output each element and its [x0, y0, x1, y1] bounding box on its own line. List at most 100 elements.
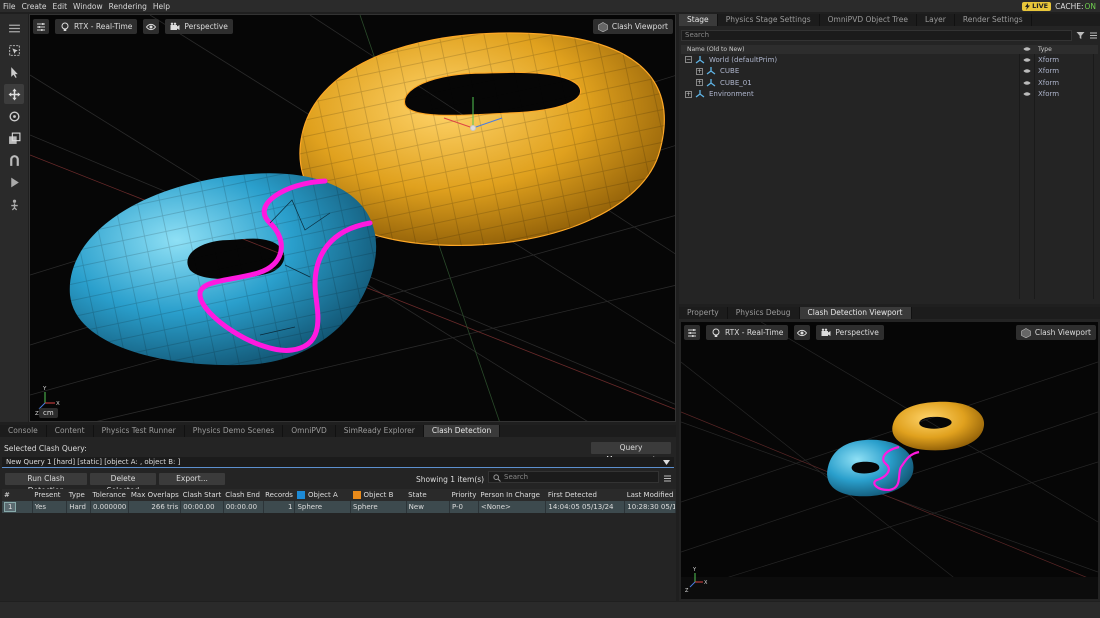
run-clash-detection-button[interactable]: Run Clash Detection: [5, 473, 87, 495]
tab-physics-stage-settings[interactable]: Physics Stage Settings: [718, 14, 820, 26]
clash-viewport-scene: Y Z X: [681, 322, 1098, 599]
menu-rendering[interactable]: Rendering: [106, 2, 150, 11]
clash-vp-camera-button[interactable]: Perspective: [816, 325, 884, 340]
clash-vp-visibility-button[interactable]: [794, 325, 811, 340]
main-viewport[interactable]: Y Z X RTX - Real-Time Perspective Clash …: [29, 14, 676, 422]
filter-icon[interactable]: [1076, 31, 1085, 40]
col-type[interactable]: Type: [66, 489, 91, 501]
col-clash-start[interactable]: Clash Start: [180, 489, 224, 501]
live-label: LIVE: [1032, 1, 1049, 10]
tab-physics-test-runner[interactable]: Physics Test Runner: [94, 425, 185, 437]
menu-window[interactable]: Window: [70, 2, 106, 11]
cube-icon: [598, 21, 608, 32]
menu-icon[interactable]: [4, 18, 24, 38]
col-last-modified[interactable]: Last Modified: [624, 489, 676, 501]
visibility-toggle-icon[interactable]: [1023, 91, 1031, 97]
eye-icon: [146, 23, 157, 30]
rotate-icon[interactable]: [4, 106, 24, 126]
tab-clash-detection[interactable]: Clash Detection: [423, 425, 501, 437]
col-object-a-label: Object A: [307, 491, 338, 499]
camera-icon: [821, 328, 831, 336]
export-button[interactable]: Export...: [159, 473, 225, 485]
tab-omnipvd[interactable]: OmniPVD: [283, 425, 336, 437]
columns-menu-icon[interactable]: [663, 474, 672, 483]
type-column-header[interactable]: Type: [1038, 46, 1052, 53]
axis-y-label: Y: [42, 386, 47, 392]
select-arrow-icon[interactable]: [4, 62, 24, 82]
cell-object-b: Sphere: [350, 501, 407, 513]
play-icon[interactable]: [4, 172, 24, 192]
col-max-overlaps[interactable]: Max Overlaps: [128, 489, 181, 501]
query-management-button[interactable]: Query Management: [591, 442, 671, 464]
col-records[interactable]: Records: [263, 489, 295, 501]
mini-axis-x-label: X: [704, 580, 708, 586]
showing-count: Showing 1 item(s): [416, 475, 485, 484]
col-clash-end[interactable]: Clash End: [223, 489, 264, 501]
clash-viewport-button[interactable]: Clash Viewport: [592, 19, 673, 34]
physics-icon[interactable]: [4, 194, 24, 214]
clash-viewport[interactable]: Y Z X RTX - Real-Time Perspective Clash …: [681, 322, 1098, 599]
tab-content[interactable]: Content: [47, 425, 94, 437]
menu-edit[interactable]: Edit: [49, 2, 70, 11]
tree-row-world[interactable]: − World (defaultPrim) Xform: [681, 54, 1098, 66]
col-tolerance[interactable]: Tolerance: [90, 489, 129, 501]
clash-search-input[interactable]: Search: [488, 471, 659, 483]
camera-label: Perspective: [184, 22, 228, 31]
tab-console[interactable]: Console: [0, 425, 47, 437]
live-badge[interactable]: LIVE: [1022, 1, 1052, 11]
cell-type: Hard: [66, 501, 91, 513]
tab-clash-detection-viewport[interactable]: Clash Detection Viewport: [799, 307, 912, 319]
table-row[interactable]: 1 Yes Hard 0.000000 266 tris 00:00.00 00…: [2, 501, 676, 513]
cell-clash-start: 00:00.00: [180, 501, 224, 513]
stage-search-input[interactable]: Search: [681, 29, 1072, 41]
expand-toggle[interactable]: +: [696, 79, 703, 87]
magnet-icon[interactable]: [4, 150, 24, 170]
viewport-settings-button[interactable]: [33, 19, 49, 34]
tree-row-cube[interactable]: + CUBE Xform: [681, 66, 1098, 78]
col-present[interactable]: Present: [32, 489, 67, 501]
col-priority[interactable]: Priority: [449, 489, 479, 501]
clash-vp-settings-button[interactable]: [684, 325, 700, 340]
collapse-toggle[interactable]: −: [685, 56, 692, 64]
visibility-toggle-icon[interactable]: [1023, 68, 1031, 74]
tab-physics-demo-scenes[interactable]: Physics Demo Scenes: [185, 425, 284, 437]
tab-render-settings[interactable]: Render Settings: [955, 14, 1032, 26]
name-column-header[interactable]: Name (Old to New): [687, 46, 744, 53]
tab-simready-explorer[interactable]: SimReady Explorer: [336, 425, 424, 437]
delete-selected-button[interactable]: Delete Selected: [90, 473, 156, 495]
move-icon[interactable]: [4, 84, 24, 104]
col-person-in-charge[interactable]: Person In Charge: [478, 489, 546, 501]
menu-help[interactable]: Help: [150, 2, 173, 11]
col-object-b[interactable]: Object B: [350, 489, 407, 501]
tab-layer[interactable]: Layer: [917, 14, 955, 26]
clash-detection-panel: Console Content Physics Test Runner Phys…: [0, 425, 676, 601]
col-state[interactable]: State: [406, 489, 450, 501]
clash-vp-render-mode-button[interactable]: RTX - Real-Time: [706, 325, 789, 340]
menu-file[interactable]: File: [0, 2, 19, 11]
col-object-a[interactable]: Object A: [294, 489, 351, 501]
tab-omnipvd-object-tree[interactable]: OmniPVD Object Tree: [820, 14, 917, 26]
menu-create[interactable]: Create: [19, 2, 50, 11]
tab-stage[interactable]: Stage: [679, 14, 718, 26]
query-select[interactable]: New Query 1 [hard] [static] [object A: ,…: [2, 457, 674, 468]
select-region-icon[interactable]: [4, 40, 24, 60]
options-menu-icon[interactable]: [1089, 31, 1098, 40]
col-index[interactable]: #: [2, 489, 33, 501]
scale-icon[interactable]: [4, 128, 24, 148]
camera-button[interactable]: Perspective: [165, 19, 233, 34]
tree-row-cube-01[interactable]: + CUBE_01 Xform: [681, 77, 1098, 89]
visibility-toggle-icon[interactable]: [1023, 57, 1031, 63]
unit-label[interactable]: cm: [39, 408, 58, 418]
tree-row-environment[interactable]: + Environment Xform: [681, 89, 1098, 101]
expand-toggle[interactable]: +: [696, 67, 703, 75]
expand-toggle[interactable]: +: [685, 90, 692, 98]
blue-torus[interactable]: [69, 173, 377, 366]
tab-property[interactable]: Property: [679, 307, 728, 319]
visibility-toggle-icon[interactable]: [1023, 80, 1031, 86]
clash-vp-clash-viewport-button[interactable]: Clash Viewport: [1015, 325, 1096, 340]
clash-results-table: # Present Type Tolerance Max Overlaps Cl…: [2, 489, 676, 513]
visibility-button[interactable]: [143, 19, 160, 34]
col-first-detected[interactable]: First Detected: [545, 489, 625, 501]
tab-physics-debug[interactable]: Physics Debug: [728, 307, 800, 319]
render-mode-button[interactable]: RTX - Real-Time: [55, 19, 138, 34]
